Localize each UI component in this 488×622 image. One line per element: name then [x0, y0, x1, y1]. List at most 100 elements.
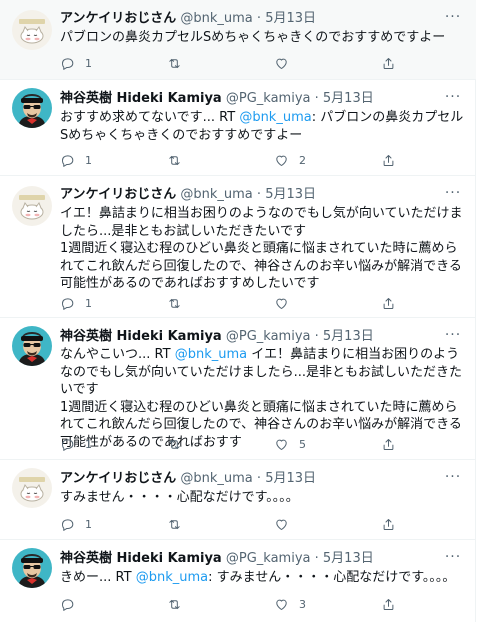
tweet-text: すみません・・・・心配なだけです。。。。 — [60, 490, 299, 505]
like-count: 2 — [299, 153, 306, 167]
tweet-date[interactable]: 5月13日 — [265, 471, 316, 486]
like-icon — [274, 597, 289, 612]
more-icon[interactable]: ··· — [442, 184, 464, 204]
tweet-header: 神谷英樹 Hideki Kamiya @PG_kamiya · 5月13日 — [60, 328, 436, 346]
tweet-actions: 1 5 — [60, 435, 450, 453]
share-button[interactable] — [381, 151, 396, 169]
user-handle[interactable]: @bnk_uma — [180, 471, 252, 486]
like-button[interactable] — [274, 54, 299, 72]
display-name[interactable]: アンケイリおじさん — [60, 11, 176, 26]
display-name[interactable]: 神谷英樹 Hideki Kamiya — [60, 91, 222, 106]
retweet-icon — [167, 517, 182, 532]
reply-icon — [60, 597, 75, 612]
user-handle[interactable]: @bnk_uma — [180, 187, 252, 202]
display-name[interactable]: アンケイリおじさん — [60, 471, 176, 486]
reply-count: 1 — [85, 437, 92, 451]
like-button[interactable] — [274, 294, 299, 312]
tweet-text-prefix: なんやこいつ... RT — [60, 347, 175, 362]
display-name[interactable]: 神谷英樹 Hideki Kamiya — [60, 551, 222, 566]
tweet[interactable]: アンケイリおじさん @bnk_uma · 5月13日 ··· イエ！鼻詰まりに相… — [0, 176, 476, 318]
reply-count: 1 — [85, 153, 92, 167]
separator-dot: · — [314, 329, 319, 344]
tweet-date[interactable]: 5月13日 — [323, 551, 374, 566]
user-handle[interactable]: @PG_kamiya — [226, 91, 311, 106]
like-button[interactable]: 5 — [274, 435, 306, 453]
tweet-text-prefix: おすすめ求めてないです... RT — [60, 110, 240, 125]
sleeping-cat-avatar[interactable] — [12, 10, 52, 50]
sunglasses-man-avatar[interactable] — [12, 88, 52, 128]
reply-button[interactable]: 1 — [60, 54, 92, 72]
sleeping-cat-avatar[interactable] — [12, 468, 52, 508]
like-icon — [274, 153, 289, 168]
reply-button[interactable]: 1 — [60, 435, 92, 453]
like-icon — [274, 296, 289, 311]
tweet-date[interactable]: 5月13日 — [323, 91, 374, 106]
tweet-text: イエ！鼻詰まりに相当お困りのようなのでもし気が向いていただけましたら...是非と… — [60, 206, 463, 291]
user-handle[interactable]: @PG_kamiya — [226, 329, 311, 344]
like-button[interactable] — [274, 515, 299, 533]
sunglasses-man-avatar[interactable] — [12, 548, 52, 588]
display-name[interactable]: アンケイリおじさん — [60, 187, 176, 202]
separator-dot: · — [256, 471, 262, 486]
retweet-button[interactable] — [167, 54, 192, 72]
sleeping-cat-avatar[interactable] — [12, 186, 52, 226]
reply-icon — [60, 437, 75, 452]
like-icon — [274, 437, 289, 452]
tweet-text-prefix: きめー... RT — [60, 570, 136, 585]
tweet-actions: 1 2 — [60, 151, 450, 169]
mention-link[interactable]: @bnk_uma — [175, 347, 247, 362]
mention-link[interactable]: @bnk_uma — [239, 110, 311, 125]
more-icon[interactable]: ··· — [442, 8, 464, 28]
like-button[interactable]: 2 — [274, 151, 306, 169]
mention-link[interactable]: @bnk_uma — [136, 570, 208, 585]
tweet[interactable]: 神谷英樹 Hideki Kamiya @PG_kamiya · 5月13日 ··… — [0, 318, 476, 460]
tweet-date[interactable]: 5月13日 — [265, 11, 316, 26]
user-handle[interactable]: @PG_kamiya — [226, 551, 311, 566]
separator-dot: · — [256, 187, 262, 202]
share-button[interactable] — [381, 515, 396, 533]
like-button[interactable]: 3 — [274, 595, 306, 613]
share-button[interactable] — [381, 54, 396, 72]
tweet-date[interactable]: 5月13日 — [265, 187, 316, 202]
tweet-text: きめー... RT @bnk_uma: すみません・・・・心配なだけです。。。。 — [60, 569, 465, 587]
share-button[interactable] — [381, 435, 396, 453]
tweet[interactable]: アンケイリおじさん @bnk_uma · 5月13日 ··· すみません・・・・… — [0, 460, 476, 540]
tweet-text-suffix: : すみません・・・・心配なだけです。。。。 — [208, 570, 456, 585]
tweet-text: パブロンの鼻炎カプセルSめちゃくちゃきくのでおすすめですよー — [60, 30, 446, 45]
tweet-actions: 3 — [60, 595, 450, 613]
reply-count: 1 — [85, 296, 92, 310]
sunglasses-man-avatar[interactable] — [12, 326, 52, 366]
display-name[interactable]: 神谷英樹 Hideki Kamiya — [60, 329, 222, 344]
share-button[interactable] — [381, 294, 396, 312]
more-icon[interactable]: ··· — [442, 548, 464, 568]
tweet[interactable]: 神谷英樹 Hideki Kamiya @PG_kamiya · 5月13日 ··… — [0, 80, 476, 176]
reply-icon — [60, 296, 75, 311]
tweet-text: おすすめ求めてないです... RT @bnk_uma: パブロンの鼻炎カプセルS… — [60, 109, 465, 144]
retweet-button[interactable] — [167, 595, 192, 613]
share-icon — [381, 296, 396, 311]
scrollbar[interactable] — [476, 0, 488, 622]
share-button[interactable] — [381, 595, 396, 613]
retweet-button[interactable] — [167, 294, 192, 312]
more-icon[interactable]: ··· — [442, 468, 464, 488]
like-icon — [274, 517, 289, 532]
retweet-button[interactable] — [167, 151, 192, 169]
share-icon — [381, 597, 396, 612]
reply-icon — [60, 56, 75, 71]
tweet[interactable]: 神谷英樹 Hideki Kamiya @PG_kamiya · 5月13日 ··… — [0, 540, 476, 622]
reply-button[interactable]: 1 — [60, 151, 92, 169]
tweet-header: 神谷英樹 Hideki Kamiya @PG_kamiya · 5月13日 — [60, 90, 436, 108]
more-icon[interactable]: ··· — [442, 88, 464, 108]
more-icon[interactable]: ··· — [442, 326, 464, 346]
tweet-header: アンケイリおじさん @bnk_uma · 5月13日 — [60, 10, 436, 28]
reply-button[interactable] — [60, 595, 85, 613]
reply-button[interactable]: 1 — [60, 294, 92, 312]
reply-button[interactable]: 1 — [60, 515, 92, 533]
retweet-button[interactable] — [167, 515, 192, 533]
share-icon — [381, 437, 396, 452]
tweet-date[interactable]: 5月13日 — [323, 329, 374, 344]
tweet[interactable]: アンケイリおじさん @bnk_uma · 5月13日 ··· パブロンの鼻炎カプ… — [0, 0, 476, 80]
reply-icon — [60, 517, 75, 532]
retweet-button[interactable] — [167, 435, 192, 453]
user-handle[interactable]: @bnk_uma — [180, 11, 252, 26]
